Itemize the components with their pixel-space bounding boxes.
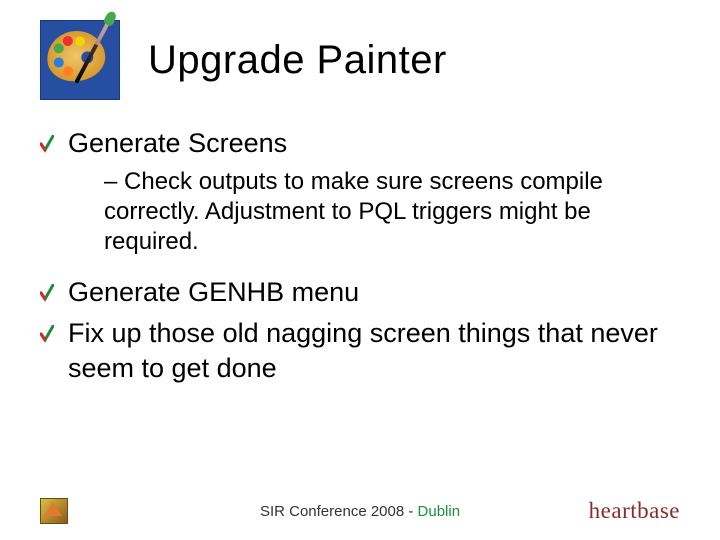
brand-logo: heartbase [589, 498, 680, 524]
bullet-subtext: – Check outputs to make sure screens com… [104, 167, 680, 257]
painter-palette-icon [40, 20, 120, 100]
bullet-text: Generate Screens [68, 126, 287, 161]
bullet-text: Fix up those old nagging screen things t… [68, 316, 680, 386]
check-bullet-icon [40, 133, 54, 155]
slide-title: Upgrade Painter [148, 38, 447, 83]
conference-logo-icon [40, 498, 68, 524]
slide-header: Upgrade Painter [40, 20, 680, 100]
bullet-item: Generate Screens [40, 126, 680, 161]
bullet-text: Generate GENHB menu [68, 275, 359, 310]
check-bullet-icon [40, 282, 54, 304]
footer-accent: Dublin [418, 503, 461, 520]
slide-footer: SIR Conference 2008 - Dublin heartbase [0, 498, 720, 524]
footer-text: SIR Conference 2008 - [260, 503, 418, 520]
footer-caption: SIR Conference 2008 - Dublin [260, 503, 460, 520]
bullet-item: Fix up those old nagging screen things t… [40, 316, 680, 386]
bullet-item: Generate GENHB menu [40, 275, 680, 310]
slide-body: Generate Screens – Check outputs to make… [40, 126, 680, 386]
check-bullet-icon [40, 323, 54, 345]
